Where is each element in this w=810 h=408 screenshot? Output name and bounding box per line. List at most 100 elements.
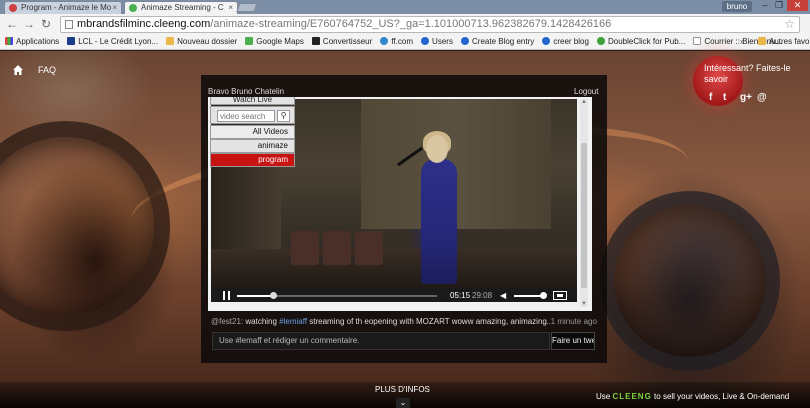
google-plus-icon[interactable]: g+	[740, 92, 752, 103]
video-scene-floor	[211, 249, 577, 290]
tweet-button[interactable]: Faire un twe	[551, 332, 595, 350]
menu-item-animaze[interactable]: animaze	[210, 139, 295, 153]
globe-icon	[421, 37, 430, 45]
video-search-input[interactable]	[217, 110, 275, 122]
url-path: /animaze-streaming/E760764752_US?_ga=1.1…	[210, 18, 612, 30]
bookmark-creer-blog[interactable]: creer blog	[542, 35, 589, 49]
scroll-down-arrow-icon[interactable]: ▼	[580, 301, 588, 307]
menu-item-program[interactable]: program	[210, 153, 295, 167]
bookmark-users[interactable]: Users	[421, 35, 453, 49]
seek-bar-progress	[237, 295, 273, 297]
doubleclick-icon	[596, 37, 605, 45]
mail-icon	[693, 37, 702, 45]
logout-link[interactable]: Logout	[574, 87, 598, 96]
bookmark-label: Create Blog entry	[472, 37, 535, 46]
comment-entry: @fest21: watching #lemiaff streaming of …	[211, 317, 547, 326]
other-bookmarks[interactable]: Autres favoris	[753, 35, 810, 49]
current-time: 05:15	[450, 291, 471, 300]
globe-icon	[542, 37, 551, 45]
comment-author[interactable]: @fest21:	[211, 317, 243, 326]
other-bookmarks-label: Autres favoris	[769, 37, 810, 46]
comment-hashtag[interactable]: #lemiaff	[279, 317, 307, 326]
back-arrow-icon[interactable]: ←	[5, 17, 19, 31]
seek-handle[interactable]	[270, 292, 277, 299]
video-scene-chair	[291, 231, 319, 265]
address-bar[interactable]: mbrandsfilminc.cleeng.com/animaze-stream…	[60, 16, 800, 33]
cleeng-logo: CLEENG	[612, 392, 652, 401]
cleeng-pre: Use	[596, 392, 611, 401]
maps-icon	[245, 37, 254, 45]
menu-item-watch-live[interactable]: Watch Live	[210, 97, 295, 105]
menu-item-all-videos[interactable]: All Videos	[210, 125, 295, 139]
video-search-box: ⚲	[210, 106, 295, 124]
cleeng-post: to sell your videos, Live & On-demand	[654, 392, 790, 401]
profile-badge[interactable]: bruno	[722, 1, 752, 12]
video-scene-chair	[355, 231, 383, 265]
video-scene-chair	[323, 231, 351, 265]
new-tab-button[interactable]	[236, 3, 258, 12]
scroll-up-arrow-icon[interactable]: ▲	[580, 99, 588, 105]
tab-title: Animaze Streaming - C	[141, 3, 224, 12]
bookmark-star-icon[interactable]: ☆	[784, 17, 795, 32]
bookmark-label: LCL - Le Crédit Lyon...	[78, 37, 159, 46]
bookmark-applications[interactable]: Applications	[5, 35, 60, 49]
chrome-favicon-icon	[9, 4, 17, 12]
bookmark-google-maps[interactable]: Google Maps	[245, 35, 304, 49]
comment-text-after: streaming of th eopening with MOZART wow…	[307, 317, 547, 326]
bookmark-convertisseur[interactable]: Convertisseur	[311, 35, 373, 49]
bookmark-label: Convertisseur	[322, 37, 373, 46]
player-scrollbar-thumb[interactable]	[581, 143, 587, 288]
bookmark-doubleclick[interactable]: DoubleClick for Pub...	[596, 35, 685, 49]
url-host: mbrandsfilminc.cleeng.com	[77, 18, 211, 30]
folder-icon	[166, 37, 175, 45]
bookmark-label: creer blog	[553, 37, 589, 46]
bookmark-label: Users	[432, 37, 453, 46]
chevron-down-icon[interactable]: ⌄	[396, 398, 410, 408]
close-icon[interactable]: ×	[112, 2, 117, 14]
volume-handle[interactable]	[540, 292, 547, 299]
globe-icon	[380, 37, 389, 45]
home-icon[interactable]	[13, 65, 23, 75]
fullscreen-icon[interactable]	[553, 291, 567, 300]
comment-input[interactable]: Use #lemaff et rédiger un commentaire.	[212, 332, 550, 350]
bookmark-label: Nouveau dossier	[177, 37, 238, 46]
bookmarks-overflow-chevron[interactable]: »	[740, 35, 744, 49]
tab-program-animaze[interactable]: Program - Animaze le Mo ×	[4, 1, 122, 14]
cleeng-promo[interactable]: Use CLEENG to sell your videos, Live & O…	[596, 392, 789, 401]
background-gear-right	[600, 191, 780, 371]
video-scene-speaker	[421, 159, 457, 284]
window-close-icon[interactable]: ✕	[787, 0, 808, 11]
reload-icon[interactable]: ↻	[39, 17, 53, 31]
twitter-icon[interactable]: t	[723, 92, 726, 103]
background-gear-left	[0, 121, 170, 331]
pause-icon[interactable]	[223, 291, 231, 300]
forward-arrow-icon[interactable]: →	[22, 17, 36, 31]
video-scene-speaker-head	[426, 135, 448, 163]
apps-grid-icon	[5, 37, 13, 45]
folder-icon	[758, 37, 766, 45]
close-icon[interactable]: ×	[228, 2, 233, 14]
tab-title: Program - Animaze le Mo	[21, 3, 112, 12]
cleeng-favicon-icon	[129, 4, 137, 12]
minimize-icon[interactable]: –	[758, 0, 772, 11]
lcl-logo-icon	[67, 37, 76, 45]
more-info-link[interactable]: PLUS D'INFOS	[375, 385, 430, 394]
faq-link[interactable]: FAQ	[38, 65, 56, 75]
page-icon	[65, 20, 73, 29]
facebook-icon[interactable]: f	[709, 92, 712, 103]
welcome-message: Bravo Bruno Chatelin	[208, 87, 285, 96]
comment-text-before: watching	[243, 317, 280, 326]
search-icon[interactable]: ⚲	[277, 110, 290, 122]
volume-icon[interactable]: ◀	[500, 291, 506, 300]
bookmark-ff[interactable]: ff.com	[380, 35, 413, 49]
tab-animaze-streaming[interactable]: Animaze Streaming - C ×	[124, 1, 238, 14]
bookmark-lcl[interactable]: LCL - Le Crédit Lyon...	[67, 35, 159, 49]
total-time: 29:08	[472, 291, 493, 300]
email-icon[interactable]: @	[757, 92, 767, 103]
maximize-icon[interactable]: ❐	[772, 0, 786, 11]
xe-logo-icon	[311, 37, 320, 45]
bookmark-create-blog[interactable]: Create Blog entry	[461, 35, 535, 49]
bookmark-label: Google Maps	[256, 37, 304, 46]
bookmark-nouveau-dossier[interactable]: Nouveau dossier	[166, 35, 238, 49]
bookmark-label: Applications	[16, 37, 60, 46]
